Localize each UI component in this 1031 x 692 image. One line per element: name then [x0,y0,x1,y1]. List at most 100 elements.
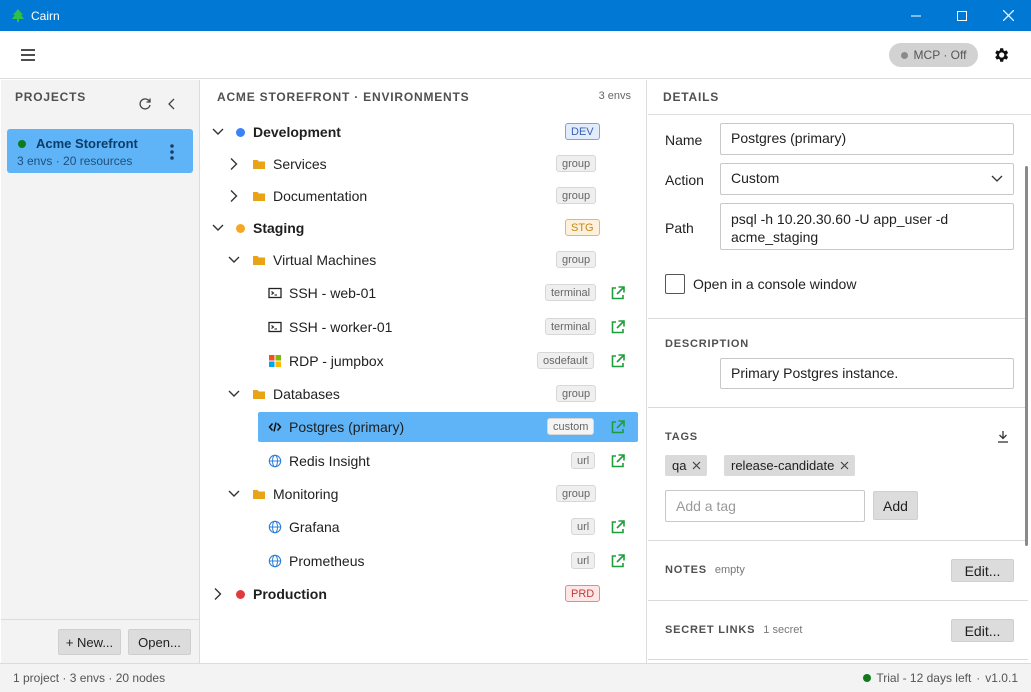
group-row[interactable]: Documentation group [202,181,646,211]
tree-row-label: Documentation [273,188,368,204]
group-row[interactable]: Virtual Machines group [202,245,646,275]
tags-label: TAGS [665,431,698,443]
action-select[interactable]: Custom [720,163,1014,195]
description-label: DESCRIPTION [665,338,749,350]
resource-row[interactable]: Grafana url [202,512,646,542]
chevron-down-icon[interactable] [228,253,240,267]
type-badge: group [556,385,597,402]
chevron-down-icon[interactable] [228,487,240,501]
type-badge: group [556,187,597,204]
app-logo-icon [11,9,25,23]
tag-chip: release-candidate [724,455,856,476]
chevron-right-icon[interactable] [212,587,224,601]
open-in-console-checkbox[interactable] [665,274,685,294]
tree-row-label: Production [253,586,327,602]
tree-row-label: Postgres (primary) [289,419,405,435]
environment-row[interactable]: Staging STG [202,213,646,243]
maximize-button[interactable] [939,0,985,31]
environments-count: 3 envs [598,90,631,102]
add-tag-button[interactable]: Add [873,491,918,520]
environment-color-dot [236,128,245,137]
globe-icon [268,454,282,468]
tree-row-label: Virtual Machines [273,252,377,268]
edit-notes-button[interactable]: Edit... [951,559,1014,582]
notes-hint: empty [714,564,745,576]
action-selected-value: Custom [731,170,780,186]
resource-row[interactable]: Prometheus url [202,546,646,576]
tag-chip: qa [665,455,708,476]
mcp-status-dot [900,51,908,59]
type-badge: PRD [565,585,601,602]
name-input[interactable]: Postgres (primary) [720,123,1014,155]
tree-row-label: SSH - web-01 [289,285,377,301]
refresh-icon[interactable] [138,97,152,111]
more-vertical-icon[interactable] [167,143,177,161]
window-title: Cairn [31,8,60,23]
resource-row[interactable]: SSH - worker-01 terminal [202,312,646,342]
download-icon[interactable] [997,430,1009,443]
open-external-icon[interactable] [610,285,626,301]
close-icon [1002,10,1014,21]
resource-row[interactable]: Postgres (primary) custom [202,412,646,442]
settings-gear-icon[interactable] [992,46,1010,64]
hamburger-icon [21,49,35,61]
resource-row[interactable]: SSH - web-01 terminal [202,278,646,308]
project-item-acme-storefront[interactable]: Acme Storefront 3 envs · 20 resources [7,129,193,173]
chevron-right-icon[interactable] [228,189,240,203]
chevron-down-icon[interactable] [212,221,224,235]
app-version: v1.0.1 [985,671,1018,685]
windows-logo-icon [268,354,282,368]
environment-row[interactable]: Development DEV [202,117,646,147]
details-panel: DETAILS Name Postgres (primary) Action C… [648,80,1031,663]
new-project-button[interactable]: + New... [58,629,121,655]
add-tag-input[interactable]: Add a tag [665,490,865,522]
open-external-icon[interactable] [610,419,626,435]
open-external-icon[interactable] [610,453,626,469]
menu-button[interactable] [16,45,40,65]
tree-row-label: Development [253,124,341,140]
globe-icon [268,520,282,534]
resource-row[interactable]: RDP - jumpbox osdefault [202,346,646,376]
group-row[interactable]: Databases group [202,379,646,409]
tree-row-label: Prometheus [289,553,365,569]
group-row[interactable]: Services group [202,149,646,179]
open-external-icon[interactable] [610,319,626,335]
open-external-icon[interactable] [610,519,626,535]
type-badge: url [571,518,596,535]
close-button[interactable] [985,0,1031,31]
path-input[interactable]: psql -h 10.20.30.60 -U app_user -d acme_… [720,203,1014,250]
type-badge: url [571,552,596,569]
type-badge: terminal [545,284,597,301]
remove-tag-icon[interactable] [840,461,849,470]
group-row[interactable]: Monitoring group [202,479,646,509]
environments-header: ACME STOREFRONT · ENVIRONMENTS [217,90,470,104]
remove-tag-icon[interactable] [692,461,701,470]
chevron-right-icon[interactable] [228,157,240,171]
type-badge: custom [547,418,595,435]
environment-row[interactable]: Production PRD [202,579,646,609]
trial-status-dot [863,674,872,682]
mcp-toggle[interactable]: MCP · Off [889,43,978,67]
description-input[interactable]: Primary Postgres instance. [720,358,1014,389]
open-external-icon[interactable] [610,553,626,569]
resource-row[interactable]: Redis Insight url [202,446,646,476]
globe-icon [268,554,282,568]
open-project-button[interactable]: Open... [128,629,191,655]
folder-icon [252,387,266,401]
chevron-down-icon[interactable] [228,387,240,401]
type-badge: STG [565,219,600,236]
minimize-button[interactable] [893,0,939,31]
chevron-down-icon [991,175,1003,182]
terminal-icon [268,286,282,300]
chevron-down-icon[interactable] [212,125,224,139]
type-badge: url [571,452,596,469]
tree-row-label: Databases [273,386,340,402]
type-badge: DEV [565,123,600,140]
details-scrollbar[interactable] [1025,166,1028,546]
open-external-icon[interactable] [610,353,626,369]
projects-header: PROJECTS [15,90,87,104]
projects-panel: PROJECTS Acme Storefront 3 envs · 20 res… [1,80,200,663]
chevron-left-icon[interactable] [166,97,178,111]
edit-secret-links-button[interactable]: Edit... [951,619,1014,642]
notes-label: NOTES empty [665,564,745,576]
